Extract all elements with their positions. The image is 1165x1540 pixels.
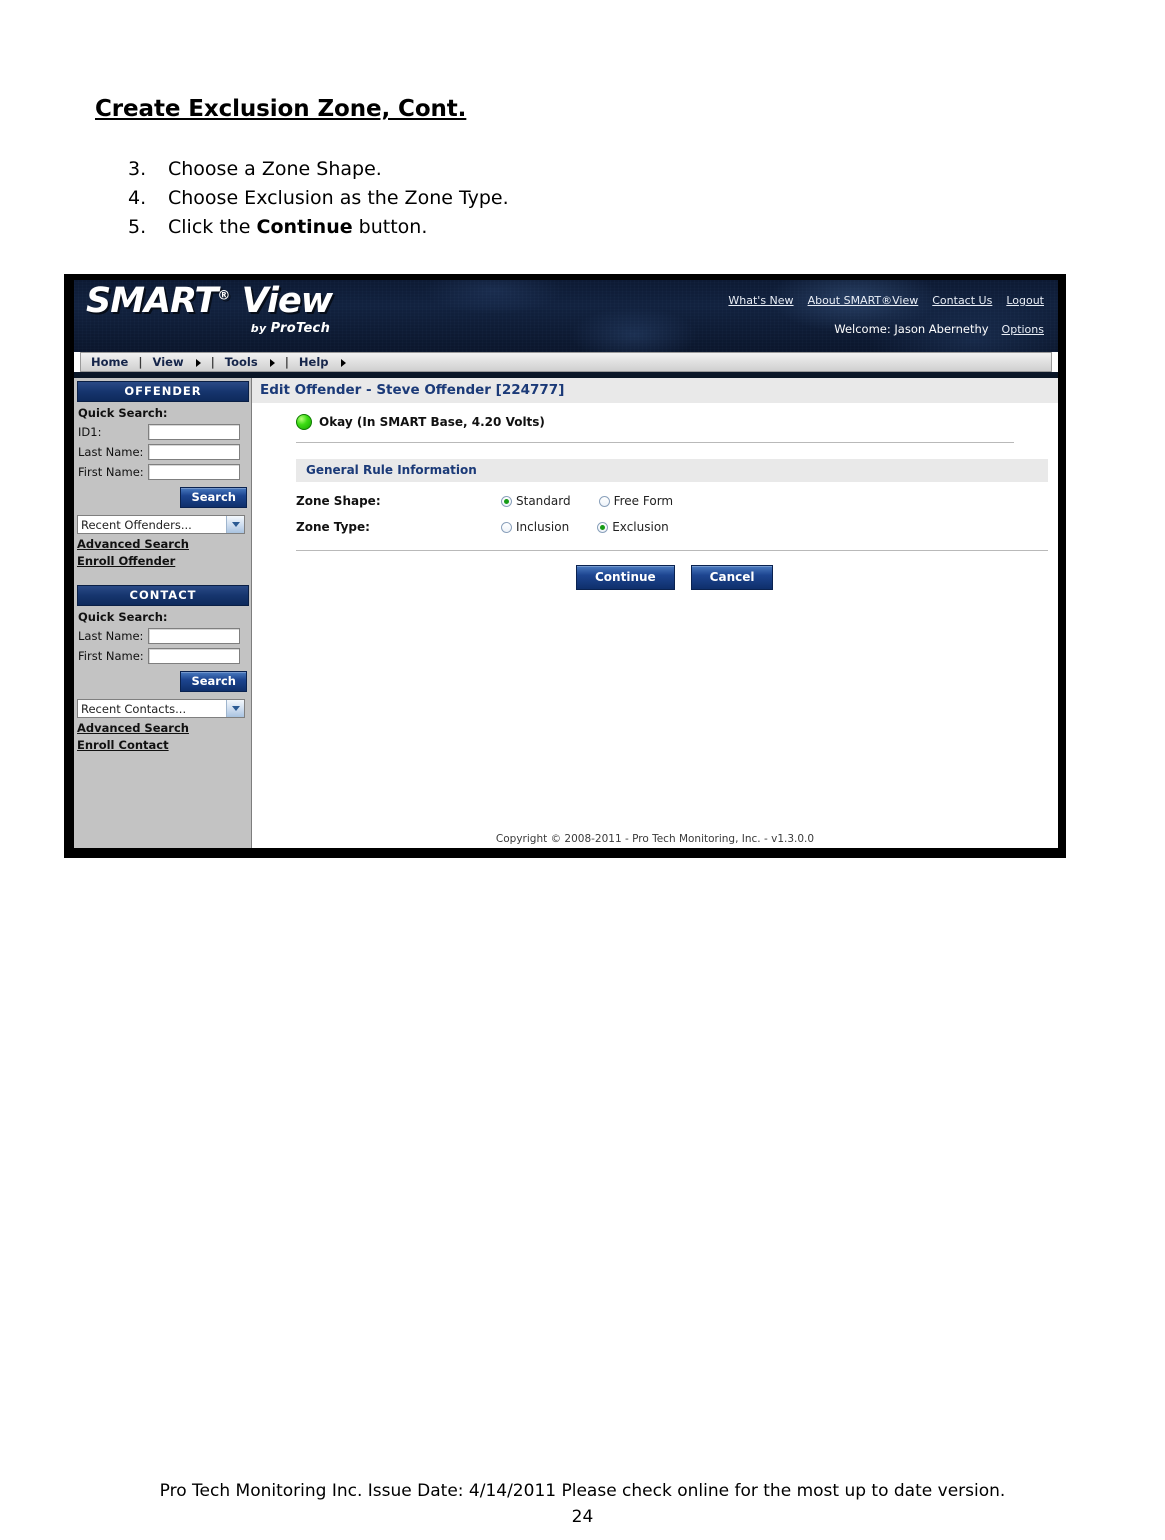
enroll-offender-link[interactable]: Enroll Offender xyxy=(74,551,251,568)
nav-item-help[interactable]: Help xyxy=(289,355,356,369)
offender-first-name-row: First Name: xyxy=(74,462,251,482)
whats-new-link[interactable]: What's New xyxy=(728,294,793,307)
nav-item-view[interactable]: View xyxy=(143,355,211,369)
zone-type-inclusion-radio[interactable] xyxy=(501,521,512,533)
logo-subtitle: by ProTech xyxy=(250,321,331,336)
embedded-screenshot: SMART® View by ProTech What's New About … xyxy=(64,274,1066,858)
zone-type-inclusion-option[interactable]: Inclusion xyxy=(501,520,569,534)
offender-search-row: Search xyxy=(74,482,251,511)
chevron-right-icon xyxy=(269,358,275,367)
offender-last-name-row: Last Name: xyxy=(74,442,251,462)
step-number: 4. xyxy=(128,187,147,209)
recent-offenders-select[interactable]: Recent Offenders... xyxy=(77,515,245,534)
zone-type-exclusion-option[interactable]: Exclusion xyxy=(597,520,669,534)
chevron-down-icon xyxy=(226,700,244,717)
status-text: Okay (In SMART Base, 4.20 Volts) xyxy=(319,415,545,429)
device-status: Okay (In SMART Base, 4.20 Volts) xyxy=(252,403,1058,430)
enroll-contact-link[interactable]: Enroll Contact xyxy=(74,735,251,752)
recent-contacts-select[interactable]: Recent Contacts... xyxy=(77,699,245,718)
zone-type-exclusion-label: Exclusion xyxy=(612,520,669,534)
recent-contacts-value: Recent Contacts... xyxy=(81,701,187,716)
nav-item-tools[interactable]: Tools xyxy=(215,355,285,369)
divider xyxy=(296,442,1014,443)
instruction-steps: 3. Choose a Zone Shape. 4. Choose Exclus… xyxy=(128,155,828,242)
main-content: Edit Offender - Steve Offender [224777] … xyxy=(252,378,1058,848)
nav-item-home[interactable]: Home xyxy=(81,355,138,369)
zone-shape-free-form-radio[interactable] xyxy=(598,495,610,507)
offender-id1-row: ID1: xyxy=(74,422,251,442)
list-item: 3. Choose a Zone Shape. xyxy=(128,155,828,184)
about-smartview-link[interactable]: About SMART®View xyxy=(808,294,919,307)
zone-type-row: Zone Type: Inclusion Exclusion xyxy=(296,520,1058,534)
zone-type-inclusion-label: Inclusion xyxy=(516,520,570,534)
step-number: 3. xyxy=(128,158,147,180)
app-copyright: Copyright © 2008-2011 - Pro Tech Monitor… xyxy=(495,833,815,845)
zone-type-label: Zone Type: xyxy=(296,520,370,534)
step-text: Click the Continue button. xyxy=(168,216,428,238)
offender-advanced-search-link[interactable]: Advanced Search xyxy=(74,534,251,551)
contact-last-name-input[interactable] xyxy=(148,628,240,644)
sidebar: OFFENDER Quick Search: ID1: Last Name: F… xyxy=(74,378,252,848)
offender-first-name-input[interactable] xyxy=(148,464,240,480)
logout-link[interactable]: Logout xyxy=(1006,294,1044,307)
chevron-right-icon xyxy=(340,358,346,367)
offender-last-name-label: Last Name: xyxy=(78,445,144,459)
cancel-button[interactable]: Cancel xyxy=(690,565,774,590)
contact-search-button[interactable]: Search xyxy=(180,671,247,692)
offender-first-name-label: First Name: xyxy=(78,465,144,479)
welcome-text: Welcome: Jason Abernethy xyxy=(834,322,989,336)
contact-first-name-input[interactable] xyxy=(148,648,240,664)
zone-shape-row: Zone Shape: Standard Free Form xyxy=(296,494,1058,508)
recent-offenders-value: Recent Offenders... xyxy=(81,517,192,532)
step-number: 5. xyxy=(128,216,147,238)
contact-advanced-search-link[interactable]: Advanced Search xyxy=(74,718,251,735)
app-body: OFFENDER Quick Search: ID1: Last Name: F… xyxy=(74,378,1058,848)
list-item: 4. Choose Exclusion as the Zone Type. xyxy=(128,184,828,213)
divider xyxy=(296,550,1048,551)
options-link[interactable]: Options xyxy=(1002,323,1044,336)
list-item: 5. Click the Continue button. xyxy=(128,213,828,242)
offender-search-button[interactable]: Search xyxy=(180,487,247,508)
zone-shape-standard-label: Standard xyxy=(516,494,571,508)
smartview-logo: SMART® View by ProTech xyxy=(86,281,333,336)
contact-first-name-row: First Name: xyxy=(74,646,251,666)
step-text: Choose Exclusion as the Zone Type. xyxy=(168,187,509,209)
sidebar-section-contact-header: CONTACT xyxy=(77,585,249,606)
zone-type-exclusion-radio[interactable] xyxy=(597,521,609,533)
zone-shape-standard-option[interactable]: Standard xyxy=(501,494,571,508)
zone-shape-label: Zone Shape: xyxy=(296,494,381,508)
contact-us-link[interactable]: Contact Us xyxy=(932,294,992,307)
chevron-right-icon xyxy=(195,358,201,367)
offender-id1-label: ID1: xyxy=(78,425,102,439)
zone-shape-free-form-option[interactable]: Free Form xyxy=(598,494,674,508)
zone-shape-standard-radio[interactable] xyxy=(501,495,512,507)
general-rule-information-header: General Rule Information xyxy=(296,459,1048,482)
contact-quick-search-label: Quick Search: xyxy=(78,610,168,624)
page-number: 24 xyxy=(571,1507,594,1527)
document-footer: Pro Tech Monitoring Inc. Issue Date: 4/1… xyxy=(0,1478,1165,1530)
header-links: What's New About SMART®View Contact Us L… xyxy=(728,294,1044,307)
status-ok-icon xyxy=(296,414,312,430)
zone-shape-free-form-label: Free Form xyxy=(613,494,674,508)
sidebar-section-offender-header: OFFENDER xyxy=(77,381,249,402)
offender-id1-input[interactable] xyxy=(148,424,240,440)
contact-first-name-label: First Name: xyxy=(78,649,144,663)
welcome-bar: Welcome: Jason Abernethy Options xyxy=(834,322,1044,336)
offender-last-name-input[interactable] xyxy=(148,444,240,460)
page-title: Create Exclusion Zone, Cont. xyxy=(95,96,467,122)
app-header: SMART® View by ProTech What's New About … xyxy=(74,280,1058,352)
chevron-down-icon xyxy=(226,516,244,533)
contact-last-name-row: Last Name: xyxy=(74,626,251,646)
content-page-title: Edit Offender - Steve Offender [224777] xyxy=(252,378,1058,403)
form-actions: Continue Cancel xyxy=(576,565,1058,590)
footer-text: Pro Tech Monitoring Inc. Issue Date: 4/1… xyxy=(159,1481,1006,1501)
contact-search-row: Search xyxy=(74,666,251,695)
contact-last-name-label: Last Name: xyxy=(78,629,144,643)
offender-quick-search-label: Quick Search: xyxy=(78,406,168,420)
main-navbar: Home | View | Tools | Help xyxy=(80,352,1052,372)
continue-button[interactable]: Continue xyxy=(576,565,675,590)
step-text: Choose a Zone Shape. xyxy=(168,158,382,180)
